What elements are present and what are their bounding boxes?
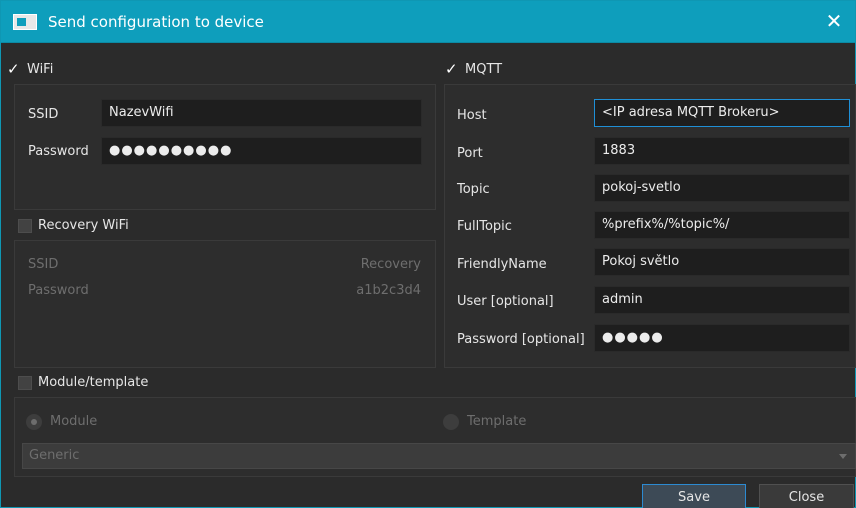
mqtt-password-label: Password [optional] xyxy=(457,332,585,347)
mqtt-topic-label: Topic xyxy=(457,182,490,197)
wifi-checkbox[interactable] xyxy=(7,60,21,78)
module-radio-label: Module xyxy=(50,414,98,429)
mqtt-section-header[interactable]: MQTT xyxy=(445,60,845,82)
module-radio[interactable] xyxy=(26,414,42,430)
window-title: Send configuration to device xyxy=(48,13,264,31)
mqtt-user-field[interactable]: admin xyxy=(594,286,850,314)
module-checkbox[interactable] xyxy=(18,376,32,390)
mqtt-fulltopic-label: FullTopic xyxy=(457,219,512,234)
template-radio[interactable] xyxy=(443,414,459,430)
recovery-password-label: Password xyxy=(28,283,89,298)
recovery-section-header[interactable]: Recovery WiFi xyxy=(18,216,428,238)
recovery-checkbox[interactable] xyxy=(18,219,32,233)
module-section-header[interactable]: Module/template xyxy=(18,373,438,395)
wifi-panel: SSID NazevWifi Password ●●●●●●●●●● xyxy=(14,84,436,210)
mqtt-fulltopic-field[interactable]: %prefix%/%topic%/ xyxy=(594,211,850,239)
recovery-ssid-label: SSID xyxy=(28,257,59,272)
title-bar: Send configuration to device ✕ xyxy=(1,1,855,43)
module-select[interactable]: Generic xyxy=(22,443,856,469)
mqtt-friendlyname-label: FriendlyName xyxy=(457,257,547,272)
mqtt-port-field[interactable]: 1883 xyxy=(594,137,850,165)
mqtt-section-label: MQTT xyxy=(465,62,503,77)
module-section-label: Module/template xyxy=(38,375,149,390)
wifi-ssid-label: SSID xyxy=(28,107,59,122)
mqtt-panel: Host <IP adresa MQTT Brokeru> Port 1883 … xyxy=(444,84,856,368)
close-button[interactable]: Close xyxy=(759,484,854,508)
module-select-value: Generic xyxy=(29,448,80,463)
wifi-password-field[interactable]: ●●●●●●●●●● xyxy=(101,137,422,165)
mqtt-host-field[interactable]: <IP adresa MQTT Brokeru> xyxy=(594,99,850,127)
recovery-ssid-value: Recovery xyxy=(360,257,421,272)
recovery-password-value: a1b2c3d4 xyxy=(356,283,421,298)
mqtt-password-field[interactable]: ●●●●● xyxy=(594,324,850,352)
wifi-password-label: Password xyxy=(28,144,89,159)
recovery-panel: SSID Recovery Password a1b2c3d4 xyxy=(14,240,436,368)
mqtt-checkbox[interactable] xyxy=(445,60,459,78)
wifi-ssid-field[interactable]: NazevWifi xyxy=(101,99,422,127)
mqtt-port-label: Port xyxy=(457,146,483,161)
recovery-section-label: Recovery WiFi xyxy=(38,218,129,233)
template-radio-label: Template xyxy=(467,414,527,429)
mqtt-user-label: User [optional] xyxy=(457,294,554,309)
send-config-dialog: Send configuration to device ✕ WiFi SSID… xyxy=(0,0,856,508)
mqtt-friendlyname-field[interactable]: Pokoj světlo xyxy=(594,248,850,276)
mqtt-host-label: Host xyxy=(457,108,487,123)
chevron-down-icon xyxy=(839,454,847,459)
close-icon[interactable]: ✕ xyxy=(823,9,845,33)
save-button[interactable]: Save xyxy=(642,484,746,508)
wifi-section-label: WiFi xyxy=(27,62,54,77)
window-icon xyxy=(13,14,37,30)
mqtt-topic-field[interactable]: pokoj-svetlo xyxy=(594,174,850,202)
wifi-section-header[interactable]: WiFi xyxy=(7,60,427,82)
